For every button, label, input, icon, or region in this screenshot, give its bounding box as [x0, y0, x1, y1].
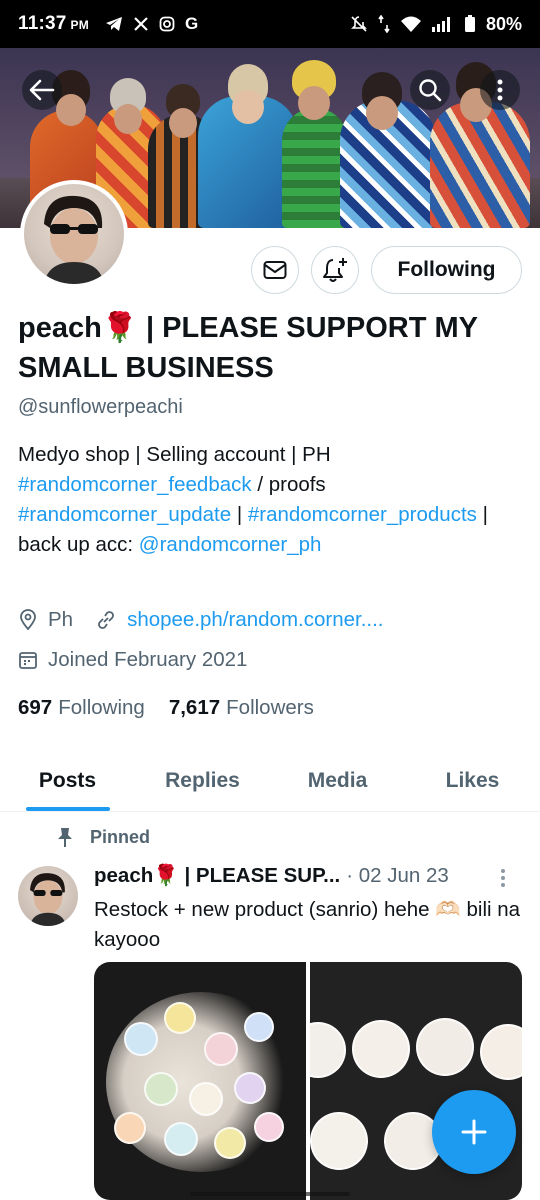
media-badge [164, 1002, 196, 1034]
battery-icon [464, 15, 475, 32]
display-name: peach🌹 | PLEASE SUPPORT MY SMALL BUSINES… [18, 312, 478, 384]
followers-label: Followers [226, 696, 314, 719]
signal-icon [431, 17, 450, 32]
avatar-portrait [30, 873, 66, 926]
media-badge [480, 1024, 522, 1080]
following-count-link[interactable]: 697 Following [18, 696, 145, 720]
instagram-icon [159, 16, 175, 32]
status-app-icons: G [105, 14, 198, 34]
profile-tabs: Posts Replies Media Likes [0, 750, 540, 812]
status-bar: 11:37 PM G 80% [0, 0, 540, 48]
search-button[interactable] [410, 70, 450, 110]
hashtag-link[interactable]: #randomcorner_products [248, 503, 477, 526]
website-link[interactable]: shopee.ph/random.corner.... [127, 608, 383, 632]
location-icon [18, 609, 38, 631]
mute-icon [351, 16, 367, 32]
mail-icon [263, 261, 287, 279]
tweet-more-button[interactable] [500, 868, 506, 888]
followers-count: 7,617 [168, 696, 221, 719]
media-badge [144, 1072, 178, 1106]
status-time: 11:37 PM [18, 13, 89, 35]
media-badge [164, 1122, 198, 1156]
bio-text: | [231, 503, 248, 526]
more-options-button[interactable] [480, 70, 520, 110]
home-indicator [190, 1192, 350, 1196]
tweet-date[interactable]: · 02 Jun 23 [346, 864, 449, 888]
media-badge [204, 1032, 238, 1066]
following-button[interactable]: Following [371, 246, 522, 294]
avatar-portrait [44, 195, 104, 284]
calendar-icon [18, 650, 38, 670]
back-arrow-icon [29, 79, 55, 101]
media-badge [244, 1012, 274, 1042]
username-handle: @sunflowerpeachi [18, 396, 183, 418]
tweet-text: Restock + new product (sanrio) hehe 🫶🏻 b… [94, 898, 521, 951]
profile-bio: Medyo shop | Selling account | PH #rando… [18, 440, 528, 560]
status-time-value: 11:37 [18, 13, 67, 34]
banner-figure [232, 90, 264, 124]
mention-link[interactable]: @randomcorner_ph [139, 533, 322, 556]
compose-button[interactable] [432, 1090, 516, 1174]
banner-figure [366, 96, 398, 130]
profile-avatar[interactable] [20, 180, 128, 288]
banner-figure [282, 108, 348, 228]
location-text: Ph [48, 608, 74, 631]
hashtag-link[interactable]: #randomcorner_feedback [18, 473, 252, 496]
followers-count-link[interactable]: 7,617 Followers [169, 696, 314, 720]
joined-date: Joined February 2021 [48, 648, 248, 671]
media-image[interactable] [94, 962, 306, 1200]
plus-icon [461, 1119, 487, 1145]
media-badge [352, 1020, 410, 1078]
banner-figure [56, 94, 86, 126]
bio-text: / proofs [251, 473, 326, 496]
pinned-label: Pinned [90, 826, 151, 847]
wifi-icon [400, 16, 421, 32]
hashtag-link[interactable]: #randomcorner_update [18, 503, 231, 526]
banner-figure [114, 104, 142, 134]
status-ampm: PM [70, 18, 89, 32]
x-icon [134, 17, 148, 31]
tweet-header: peach🌹 | PLEASE SUP... · 02 Jun 23 [94, 864, 449, 888]
follow-counts: 697 Following 7,617 Followers [18, 696, 314, 720]
telegram-icon [105, 17, 122, 31]
status-right: 80% [350, 14, 522, 35]
data-arrows-icon [378, 15, 390, 33]
search-icon [419, 79, 442, 102]
profile-meta-row: Ph shopee.ph/random.corner.... [18, 608, 384, 632]
tab-replies[interactable]: Replies [135, 750, 270, 811]
joined-row: Joined February 2021 [18, 648, 247, 672]
banner-figure [298, 86, 330, 120]
media-badge [234, 1072, 266, 1104]
more-vertical-icon [497, 79, 503, 101]
following-count: 697 [18, 696, 53, 719]
banner-figure [169, 108, 197, 138]
media-badge [310, 1022, 346, 1078]
media-badge [114, 1112, 146, 1144]
notifications-button[interactable] [311, 246, 359, 294]
message-button[interactable] [251, 246, 299, 294]
media-badge [310, 1112, 368, 1170]
tab-posts[interactable]: Posts [0, 750, 135, 811]
media-badge [254, 1112, 284, 1142]
bell-plus-icon [323, 258, 347, 282]
tab-likes[interactable]: Likes [405, 750, 540, 811]
google-icon: G [184, 14, 199, 33]
battery-percent: 80% [485, 13, 522, 34]
bio-text: Medyo shop | Selling account | PH [18, 443, 331, 466]
link-icon [95, 609, 117, 631]
pinned-indicator: Pinned [56, 826, 150, 848]
following-label: Following [58, 696, 145, 719]
pin-icon [58, 828, 72, 847]
back-button[interactable] [22, 70, 62, 110]
media-badge [189, 1082, 223, 1116]
tweet-author-name[interactable]: peach🌹 | PLEASE SUP... [94, 864, 340, 888]
tweet-author-avatar[interactable] [18, 866, 78, 926]
media-badge [416, 1018, 474, 1076]
media-badge [214, 1127, 246, 1159]
tab-media[interactable]: Media [270, 750, 405, 811]
media-badge [124, 1022, 158, 1056]
more-vertical-icon [501, 869, 505, 887]
